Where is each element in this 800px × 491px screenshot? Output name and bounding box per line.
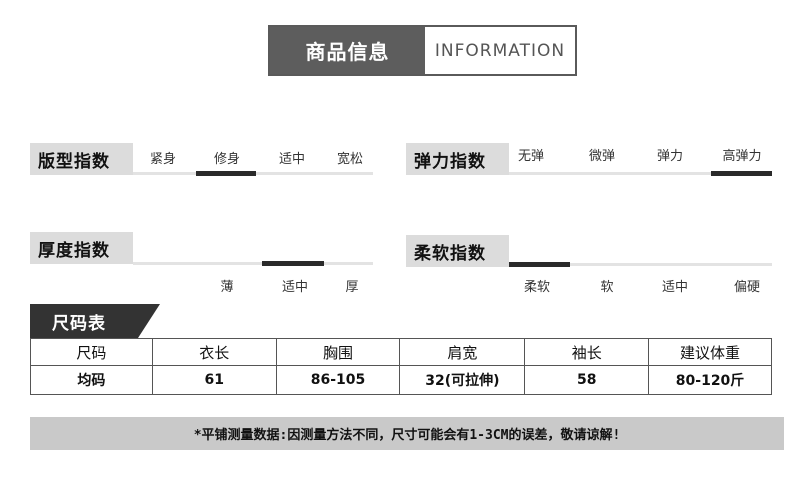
size-table-header: 胸围 (275, 338, 401, 366)
size-table-cell: 80-120斤 (648, 365, 772, 395)
size-chart-tab-corner (138, 304, 160, 338)
softness-option: 适中 (661, 280, 689, 295)
softness-option: 柔软 (523, 280, 551, 295)
fit-index-label: 版型指数 (30, 143, 133, 175)
elastic-index-label: 弹力指数 (406, 143, 509, 175)
softness-index-label: 柔软指数 (406, 235, 509, 267)
size-table-header: 肩宽 (399, 338, 526, 366)
size-table-header: 建议体重 (648, 338, 772, 366)
thickness-index-track (133, 262, 373, 265)
size-table-header-row: 尺码 衣长 胸围 肩宽 袖长 建议体重 (30, 338, 772, 366)
elastic-option: 微弹 (588, 149, 616, 164)
size-table-header: 尺码 (30, 338, 153, 366)
fit-option: 修身 (213, 152, 241, 167)
size-table-cell: 32(可拉伸) (399, 365, 526, 395)
size-table-row: 均码 61 86-105 32(可拉伸) 58 80-120斤 (30, 365, 772, 395)
size-table-cell: 61 (151, 365, 277, 395)
softness-option: 软 (600, 280, 614, 295)
softness-option: 偏硬 (733, 280, 761, 295)
elastic-option: 高弹力 (722, 149, 762, 164)
thickness-option: 薄 (220, 280, 234, 295)
fit-option: 宽松 (336, 152, 364, 167)
fit-index-marker (196, 171, 256, 176)
size-table-header: 衣长 (151, 338, 277, 366)
fit-option: 紧身 (149, 152, 177, 167)
softness-index-marker (509, 262, 570, 267)
size-table-cell: 均码 (30, 365, 153, 395)
fit-option: 适中 (278, 152, 306, 167)
size-chart-tab: 尺码表 (30, 304, 160, 338)
header-title-en: INFORMATION (425, 27, 575, 74)
header-title-cn: 商品信息 (270, 27, 425, 74)
size-table-cell: 86-105 (275, 365, 401, 395)
elastic-index-marker (711, 171, 772, 176)
elastic-option: 弹力 (656, 149, 684, 164)
thickness-index-marker (262, 261, 324, 266)
product-info-header: 商品信息 INFORMATION (268, 25, 577, 76)
size-chart-title: 尺码表 (30, 304, 138, 338)
thickness-option: 适中 (281, 280, 309, 295)
size-table-cell: 58 (524, 365, 650, 395)
measurement-note: *平铺测量数据:因测量方法不同，尺寸可能会有1-3CM的误差，敬请谅解! (30, 417, 784, 450)
size-table-header: 袖长 (524, 338, 650, 366)
thickness-option: 厚 (345, 280, 359, 295)
elastic-option: 无弹 (517, 149, 545, 164)
thickness-index-label: 厚度指数 (30, 232, 133, 264)
size-table: 尺码 衣长 胸围 肩宽 袖长 建议体重 均码 61 86-105 32(可拉伸)… (30, 338, 772, 395)
